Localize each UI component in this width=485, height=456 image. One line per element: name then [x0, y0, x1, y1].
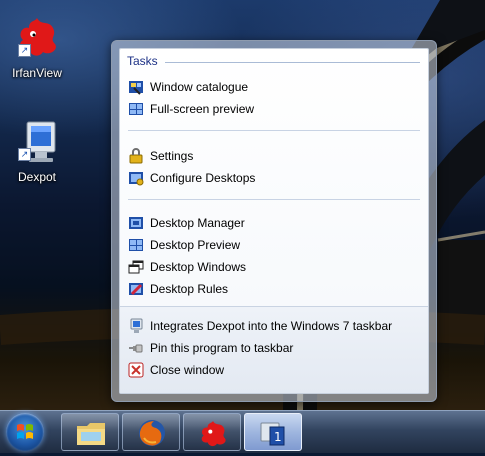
desktop-icon-label: IrfanView	[12, 66, 62, 80]
folder-icon	[77, 423, 105, 445]
svg-text:1: 1	[274, 430, 282, 444]
dexpot-icon: 1	[260, 422, 285, 446]
jump-item-label: Desktop Manager	[150, 216, 245, 230]
desktop-manager-icon	[128, 215, 144, 231]
jump-item-full-screen-preview[interactable]: Full-screen preview	[128, 99, 254, 119]
jump-item-settings[interactable]: Settings	[128, 146, 193, 166]
jump-item-label: Pin this program to taskbar	[150, 341, 294, 355]
desktop-icon-dexpot[interactable]: ↗ Dexpot	[2, 118, 72, 184]
taskbar: 1	[0, 410, 485, 453]
jump-item-label: Desktop Preview	[150, 238, 241, 252]
taskbar-button-explorer[interactable]	[61, 413, 119, 451]
jump-item-desktop-windows[interactable]: Desktop Windows	[128, 257, 246, 277]
taskbar-button-firefox[interactable]	[122, 413, 180, 451]
jump-item-label: Window catalogue	[150, 80, 249, 94]
separator	[128, 199, 420, 200]
jump-list-panel: Tasks Window catalogue Full-screen previ…	[119, 48, 429, 394]
separator	[128, 130, 420, 131]
pin-icon	[128, 340, 144, 356]
start-button[interactable]	[6, 413, 44, 451]
jump-item-label: Desktop Rules	[150, 282, 229, 296]
configure-desktops-icon	[128, 170, 144, 186]
tasks-header-divider	[165, 62, 420, 63]
jump-item-label: Full-screen preview	[150, 102, 255, 116]
desktop-icon-irfanview[interactable]: ↗ IrfanView	[2, 14, 72, 80]
jump-list-footer: Integrates Dexpot into the Windows 7 tas…	[120, 306, 428, 393]
jump-item-pin-to-taskbar[interactable]: Pin this program to taskbar	[128, 338, 293, 358]
desktop-windows-icon	[128, 259, 144, 275]
desktop-preview-icon	[128, 237, 144, 253]
shortcut-arrow-icon: ↗	[18, 148, 31, 161]
desktop-rules-icon	[128, 281, 144, 297]
tasks-header: Tasks	[127, 54, 158, 68]
shortcut-arrow-icon: ↗	[18, 44, 31, 57]
desktop-icon-label: Dexpot	[17, 170, 57, 184]
jump-item-label: Integrates Dexpot into the Windows 7 tas…	[150, 319, 393, 333]
windows-logo-icon	[17, 424, 33, 439]
jump-item-close-window[interactable]: Close window	[128, 360, 224, 380]
settings-lock-icon	[128, 148, 144, 164]
taskbar-button-dexpot[interactable]: 1	[244, 413, 302, 451]
jump-item-label: Configure Desktops	[150, 171, 256, 185]
jump-item-desktop-preview[interactable]: Desktop Preview	[128, 235, 240, 255]
jump-item-desktop-rules[interactable]: Desktop Rules	[128, 279, 228, 299]
dexpot-app-icon	[128, 318, 144, 334]
jump-item-label: Close window	[150, 363, 225, 377]
jump-item-label: Settings	[150, 149, 194, 163]
jump-item-label: Desktop Windows	[150, 260, 247, 274]
jump-item-configure-desktops[interactable]: Configure Desktops	[128, 168, 255, 188]
irfanview-icon	[201, 421, 226, 447]
firefox-icon	[139, 420, 165, 446]
jump-item-dexpot-app[interactable]: Integrates Dexpot into the Windows 7 tas…	[128, 316, 392, 336]
jump-item-window-catalogue[interactable]: Window catalogue	[128, 77, 248, 97]
taskbar-button-irfanview[interactable]	[183, 413, 241, 451]
close-window-icon	[128, 362, 144, 378]
full-screen-preview-icon	[128, 101, 144, 117]
jump-item-desktop-manager[interactable]: Desktop Manager	[128, 213, 245, 233]
jump-list-popup: Tasks Window catalogue Full-screen previ…	[111, 40, 437, 402]
window-catalogue-icon	[128, 79, 144, 95]
